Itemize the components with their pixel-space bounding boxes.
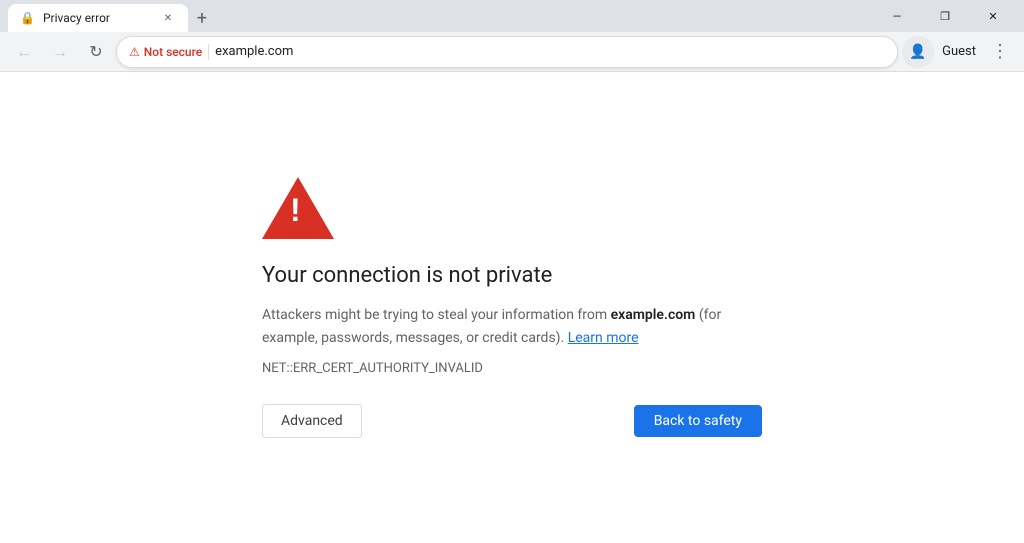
- error-body: Attackers might be trying to steal your …: [262, 304, 762, 349]
- button-row: Advanced Back to safety: [262, 404, 762, 438]
- tab-favicon-icon: 🔒: [20, 11, 35, 25]
- advanced-button[interactable]: Advanced: [262, 404, 362, 438]
- tab-close-button[interactable]: ✕: [160, 10, 176, 26]
- minimize-button[interactable]: —: [874, 0, 920, 32]
- learn-more-link[interactable]: Learn more: [568, 330, 639, 346]
- error-warning-icon: [262, 177, 334, 243]
- profile-label: Guest: [942, 44, 976, 59]
- chrome-menu-button[interactable]: ⋮: [984, 36, 1016, 68]
- refresh-button[interactable]: ↻: [80, 36, 112, 68]
- warning-icon: ⚠: [129, 45, 140, 59]
- maximize-button[interactable]: ❐: [922, 0, 968, 32]
- not-secure-label: Not secure: [144, 45, 202, 59]
- new-tab-button[interactable]: +: [188, 4, 216, 32]
- profile-button[interactable]: 👤: [902, 36, 934, 68]
- error-body-prefix: Attackers might be trying to steal your …: [262, 307, 611, 323]
- omnibox-divider: [208, 44, 209, 60]
- page-content: Your connection is not private Attackers…: [0, 72, 1024, 543]
- not-secure-indicator: ⚠ Not secure: [129, 45, 202, 59]
- back-to-safety-button[interactable]: Back to safety: [634, 405, 762, 437]
- title-bar-left: 🔒 Privacy error ✕ +: [8, 0, 216, 32]
- tab-title: Privacy error: [43, 11, 152, 25]
- forward-button[interactable]: →: [44, 36, 76, 68]
- error-title: Your connection is not private: [262, 263, 552, 288]
- browser-tab[interactable]: 🔒 Privacy error ✕: [8, 4, 188, 32]
- title-bar: 🔒 Privacy error ✕ + — ❐ ✕: [0, 0, 1024, 32]
- address-bar[interactable]: ⚠ Not secure example.com: [116, 36, 898, 68]
- close-window-button[interactable]: ✕: [970, 0, 1016, 32]
- navigation-bar: ← → ↻ ⚠ Not secure example.com 👤 Guest ⋮: [0, 32, 1024, 72]
- back-button[interactable]: ←: [8, 36, 40, 68]
- profile-icon: 👤: [909, 44, 926, 60]
- url-text: example.com: [215, 44, 293, 59]
- window-controls: — ❐ ✕: [874, 0, 1016, 32]
- error-domain: example.com: [611, 307, 696, 323]
- error-container: Your connection is not private Attackers…: [262, 177, 762, 438]
- error-code: NET::ERR_CERT_AUTHORITY_INVALID: [262, 361, 483, 376]
- window-chrome: 🔒 Privacy error ✕ + — ❐ ✕ ← → ↻ ⚠ Not se…: [0, 0, 1024, 72]
- triangle-icon: [262, 177, 334, 239]
